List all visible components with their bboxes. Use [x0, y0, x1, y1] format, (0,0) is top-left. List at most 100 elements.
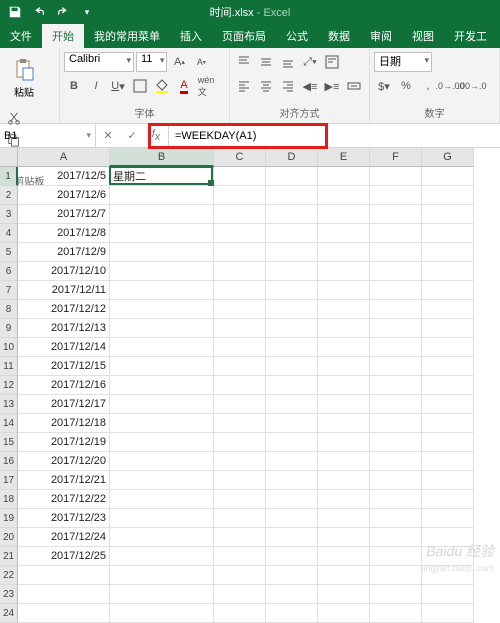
- cell[interactable]: [318, 357, 370, 376]
- redo-button[interactable]: [52, 1, 74, 23]
- cell[interactable]: [266, 300, 318, 319]
- cell[interactable]: [318, 186, 370, 205]
- row-header[interactable]: 14: [0, 414, 18, 433]
- cell[interactable]: [214, 167, 266, 186]
- cell[interactable]: [422, 528, 474, 547]
- accounting-format-button[interactable]: $▾: [374, 76, 394, 96]
- align-center-button[interactable]: [256, 76, 276, 96]
- cell[interactable]: [110, 205, 214, 224]
- decrease-font-button[interactable]: A▾: [191, 52, 211, 72]
- cell[interactable]: [370, 224, 422, 243]
- cell[interactable]: [266, 414, 318, 433]
- cell[interactable]: [110, 566, 214, 585]
- cell[interactable]: [266, 433, 318, 452]
- cell[interactable]: [266, 243, 318, 262]
- cell[interactable]: [422, 319, 474, 338]
- cell[interactable]: [214, 281, 266, 300]
- tab-6[interactable]: 数据: [318, 24, 360, 48]
- cell[interactable]: [370, 262, 422, 281]
- cell[interactable]: [318, 319, 370, 338]
- cell[interactable]: [214, 604, 266, 623]
- fill-color-button[interactable]: [152, 76, 172, 96]
- cell[interactable]: [318, 604, 370, 623]
- increase-font-button[interactable]: A▴: [169, 52, 189, 72]
- cell[interactable]: [318, 528, 370, 547]
- cell[interactable]: [214, 319, 266, 338]
- cell[interactable]: [422, 471, 474, 490]
- cell[interactable]: [266, 528, 318, 547]
- cell[interactable]: [370, 167, 422, 186]
- align-top-button[interactable]: [234, 52, 254, 72]
- cell[interactable]: [422, 376, 474, 395]
- cell[interactable]: [370, 243, 422, 262]
- cell[interactable]: [318, 167, 370, 186]
- cell[interactable]: [370, 490, 422, 509]
- phonetic-button[interactable]: wén文: [196, 76, 216, 96]
- row-header[interactable]: 24: [0, 604, 18, 623]
- cell[interactable]: [110, 319, 214, 338]
- cell[interactable]: [214, 376, 266, 395]
- cell[interactable]: [422, 224, 474, 243]
- cell[interactable]: [110, 585, 214, 604]
- cell[interactable]: 2017/12/16: [18, 376, 110, 395]
- cell[interactable]: [318, 452, 370, 471]
- column-header[interactable]: B: [110, 148, 214, 167]
- cell[interactable]: [318, 433, 370, 452]
- cell[interactable]: [110, 224, 214, 243]
- cell[interactable]: [214, 262, 266, 281]
- bold-button[interactable]: B: [64, 76, 84, 96]
- row-header[interactable]: 15: [0, 433, 18, 452]
- column-header[interactable]: G: [422, 148, 474, 167]
- cell[interactable]: [370, 281, 422, 300]
- cell[interactable]: 2017/12/19: [18, 433, 110, 452]
- row-header[interactable]: 9: [0, 319, 18, 338]
- cell[interactable]: [370, 604, 422, 623]
- cell[interactable]: [422, 281, 474, 300]
- cell[interactable]: [370, 547, 422, 566]
- cell[interactable]: [110, 395, 214, 414]
- percent-format-button[interactable]: %: [396, 76, 416, 96]
- italic-button[interactable]: I: [86, 76, 106, 96]
- cell[interactable]: [110, 338, 214, 357]
- formula-input[interactable]: =WEEKDAY(A1): [169, 124, 500, 147]
- cell[interactable]: 2017/12/7: [18, 205, 110, 224]
- tab-1[interactable]: 开始: [42, 24, 84, 48]
- orientation-button[interactable]: ⤢▾: [300, 52, 320, 72]
- row-header[interactable]: 22: [0, 566, 18, 585]
- row-header[interactable]: 16: [0, 452, 18, 471]
- cell[interactable]: [266, 585, 318, 604]
- cell[interactable]: 2017/12/11: [18, 281, 110, 300]
- cell[interactable]: [422, 509, 474, 528]
- tab-3[interactable]: 插入: [170, 24, 212, 48]
- cell[interactable]: [214, 300, 266, 319]
- cell[interactable]: [318, 566, 370, 585]
- cell[interactable]: [422, 262, 474, 281]
- cell[interactable]: [110, 452, 214, 471]
- cell[interactable]: [370, 585, 422, 604]
- cell[interactable]: [318, 281, 370, 300]
- cell[interactable]: 2017/12/18: [18, 414, 110, 433]
- cell[interactable]: [370, 319, 422, 338]
- cell[interactable]: [370, 300, 422, 319]
- paste-button[interactable]: 粘贴: [4, 50, 44, 106]
- cell[interactable]: [422, 338, 474, 357]
- number-format-select[interactable]: 日期: [374, 52, 432, 72]
- cell[interactable]: [214, 414, 266, 433]
- cell[interactable]: [422, 452, 474, 471]
- tab-5[interactable]: 公式: [276, 24, 318, 48]
- cell[interactable]: 2017/12/5: [18, 167, 110, 186]
- cell[interactable]: [214, 547, 266, 566]
- cells-area[interactable]: 2017/12/5星期二2017/12/62017/12/72017/12/82…: [18, 167, 500, 623]
- cell[interactable]: [422, 205, 474, 224]
- cell[interactable]: [110, 186, 214, 205]
- cell[interactable]: 2017/12/12: [18, 300, 110, 319]
- cell[interactable]: [214, 566, 266, 585]
- tab-2[interactable]: 我的常用菜单: [84, 24, 170, 48]
- name-box[interactable]: B1: [0, 124, 96, 147]
- cell[interactable]: [422, 414, 474, 433]
- cell[interactable]: [266, 471, 318, 490]
- cell[interactable]: [318, 585, 370, 604]
- align-right-button[interactable]: [278, 76, 298, 96]
- cell[interactable]: 2017/12/21: [18, 471, 110, 490]
- row-header[interactable]: 23: [0, 585, 18, 604]
